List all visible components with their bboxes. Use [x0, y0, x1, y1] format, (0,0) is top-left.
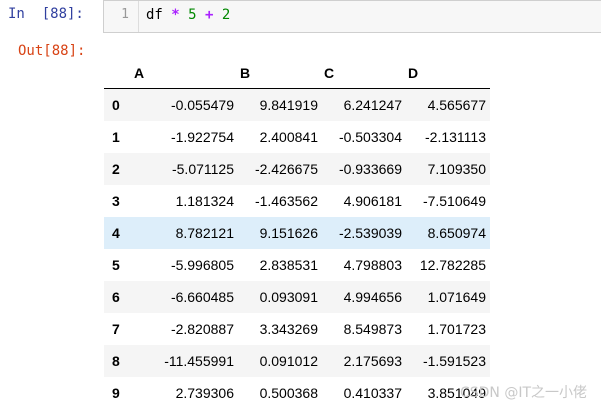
table-row: 9 2.739306 0.500368 0.410337 3.851049: [104, 376, 490, 409]
cell-c: 8.549873: [343, 320, 402, 337]
cell-a: 2.739306: [175, 384, 234, 401]
code-input-area[interactable]: 1 df * 5 + 2: [103, 0, 601, 33]
table-row: 5 -5.996805 2.838531 4.798803 12.782285: [104, 248, 490, 281]
cell-a: -5.996805: [170, 256, 234, 273]
cell-b: 3.343269: [259, 320, 318, 337]
cell-c: 4.798803: [343, 256, 402, 273]
dataframe-table: A B C D 0 -0.055479 9.841919 6.241247 4.…: [104, 58, 490, 409]
dataframe-header-row: A B C D: [104, 58, 490, 89]
cell-b: 0.500368: [259, 384, 318, 401]
cell-a: -0.055479: [170, 96, 234, 113]
cell-c: 2.175693: [343, 352, 402, 369]
code-token-number-two: 2: [221, 7, 231, 23]
row-index: 4: [112, 224, 120, 241]
table-row: 6 -6.660485 0.093091 4.994656 1.071649: [104, 280, 490, 313]
column-header-c: C: [322, 58, 406, 89]
row-index: 7: [112, 320, 120, 337]
cell-c: -0.933669: [338, 160, 402, 177]
table-row-hovered: 4 8.782121 9.151626 -2.539039 8.650974: [104, 216, 490, 249]
table-row: 7 -2.820887 3.343269 8.549873 1.701723: [104, 312, 490, 345]
cell-b: 9.841919: [259, 96, 318, 113]
line-number-gutter: 1: [104, 1, 139, 32]
row-index: 0: [112, 96, 120, 113]
table-row: 1 -1.922754 2.400841 -0.503304 -2.131113: [104, 120, 490, 153]
cell-a: -1.922754: [170, 128, 234, 145]
code-line[interactable]: df * 5 + 2: [146, 7, 230, 23]
column-header-b: B: [238, 58, 322, 89]
line-number: 1: [121, 7, 129, 22]
cell-c: 6.241247: [343, 96, 402, 113]
cell-d: 8.650974: [427, 224, 486, 241]
row-index: 6: [112, 288, 120, 305]
row-index: 5: [112, 256, 120, 273]
cell-d: 12.782285: [419, 256, 486, 273]
cell-d: -1.591523: [422, 352, 486, 369]
cell-d: 1.071649: [427, 288, 486, 305]
cell-d: 7.109350: [427, 160, 486, 177]
cell-c: 4.994656: [343, 288, 402, 305]
cell-d: -2.131113: [425, 128, 486, 145]
code-token-variable: df: [146, 7, 172, 23]
dataframe-output: A B C D 0 -0.055479 9.841919 6.241247 4.…: [104, 58, 490, 409]
row-index: 1: [112, 128, 120, 145]
cell-c: 4.906181: [343, 192, 402, 209]
cell-b: 2.838531: [259, 256, 318, 273]
table-row: 8 -11.455991 0.091012 2.175693 -1.591523: [104, 344, 490, 377]
cell-b: 2.400841: [259, 128, 318, 145]
cell-a: -11.455991: [164, 352, 234, 369]
cell-d: 4.565677: [427, 96, 486, 113]
cell-d: -7.510649: [422, 192, 486, 209]
row-index: 8: [112, 352, 120, 369]
table-row: 2 -5.071125 -2.426675 -0.933669 7.109350: [104, 152, 490, 185]
cell-c: -2.539039: [338, 224, 402, 241]
cell-a: -5.071125: [171, 160, 234, 177]
cell-c: 0.410337: [343, 384, 402, 401]
column-header-a: A: [132, 58, 238, 89]
cell-b: -2.426675: [254, 160, 318, 177]
input-prompt: In [88]:: [8, 6, 84, 22]
cell-a: 1.181324: [175, 192, 234, 209]
index-header: [104, 58, 132, 89]
code-token-number-five: 5: [188, 7, 197, 23]
cell-a: -2.820887: [170, 320, 234, 337]
watermark: CSDN @IT之一小佬: [459, 385, 587, 401]
cell-a: 8.782121: [175, 224, 234, 241]
cell-d: 1.701723: [427, 320, 486, 337]
column-header-d: D: [406, 58, 490, 89]
cell-b: -1.463562: [254, 192, 318, 209]
cell-b: 0.093091: [259, 288, 318, 305]
cell-b: 0.091012: [259, 352, 318, 369]
row-index: 3: [112, 192, 120, 209]
row-index: 2: [112, 160, 120, 177]
cell-c: -0.503304: [338, 128, 402, 145]
row-index: 9: [112, 384, 120, 401]
cell-b: 9.151626: [259, 224, 318, 241]
table-row: 3 1.181324 -1.463562 4.906181 -7.510649: [104, 184, 490, 217]
code-token-operator-multiply: *: [171, 7, 180, 23]
table-row: 0 -0.055479 9.841919 6.241247 4.565677: [104, 88, 490, 121]
cell-a: -6.660485: [170, 288, 234, 305]
output-prompt: Out[88]:: [18, 43, 86, 59]
